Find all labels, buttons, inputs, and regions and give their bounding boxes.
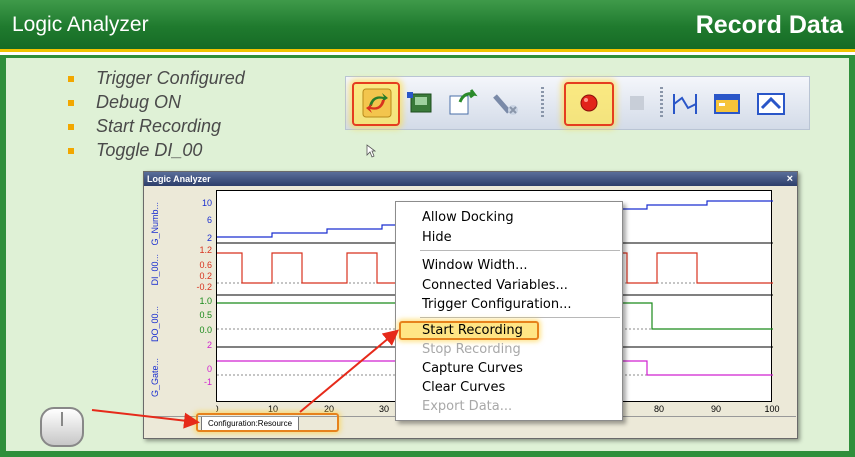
arrow-to-tab (91, 409, 200, 429)
arrow-to-start-recording (299, 329, 400, 413)
annotation-arrows (91, 329, 400, 429)
mouse-click-icon (40, 407, 84, 447)
